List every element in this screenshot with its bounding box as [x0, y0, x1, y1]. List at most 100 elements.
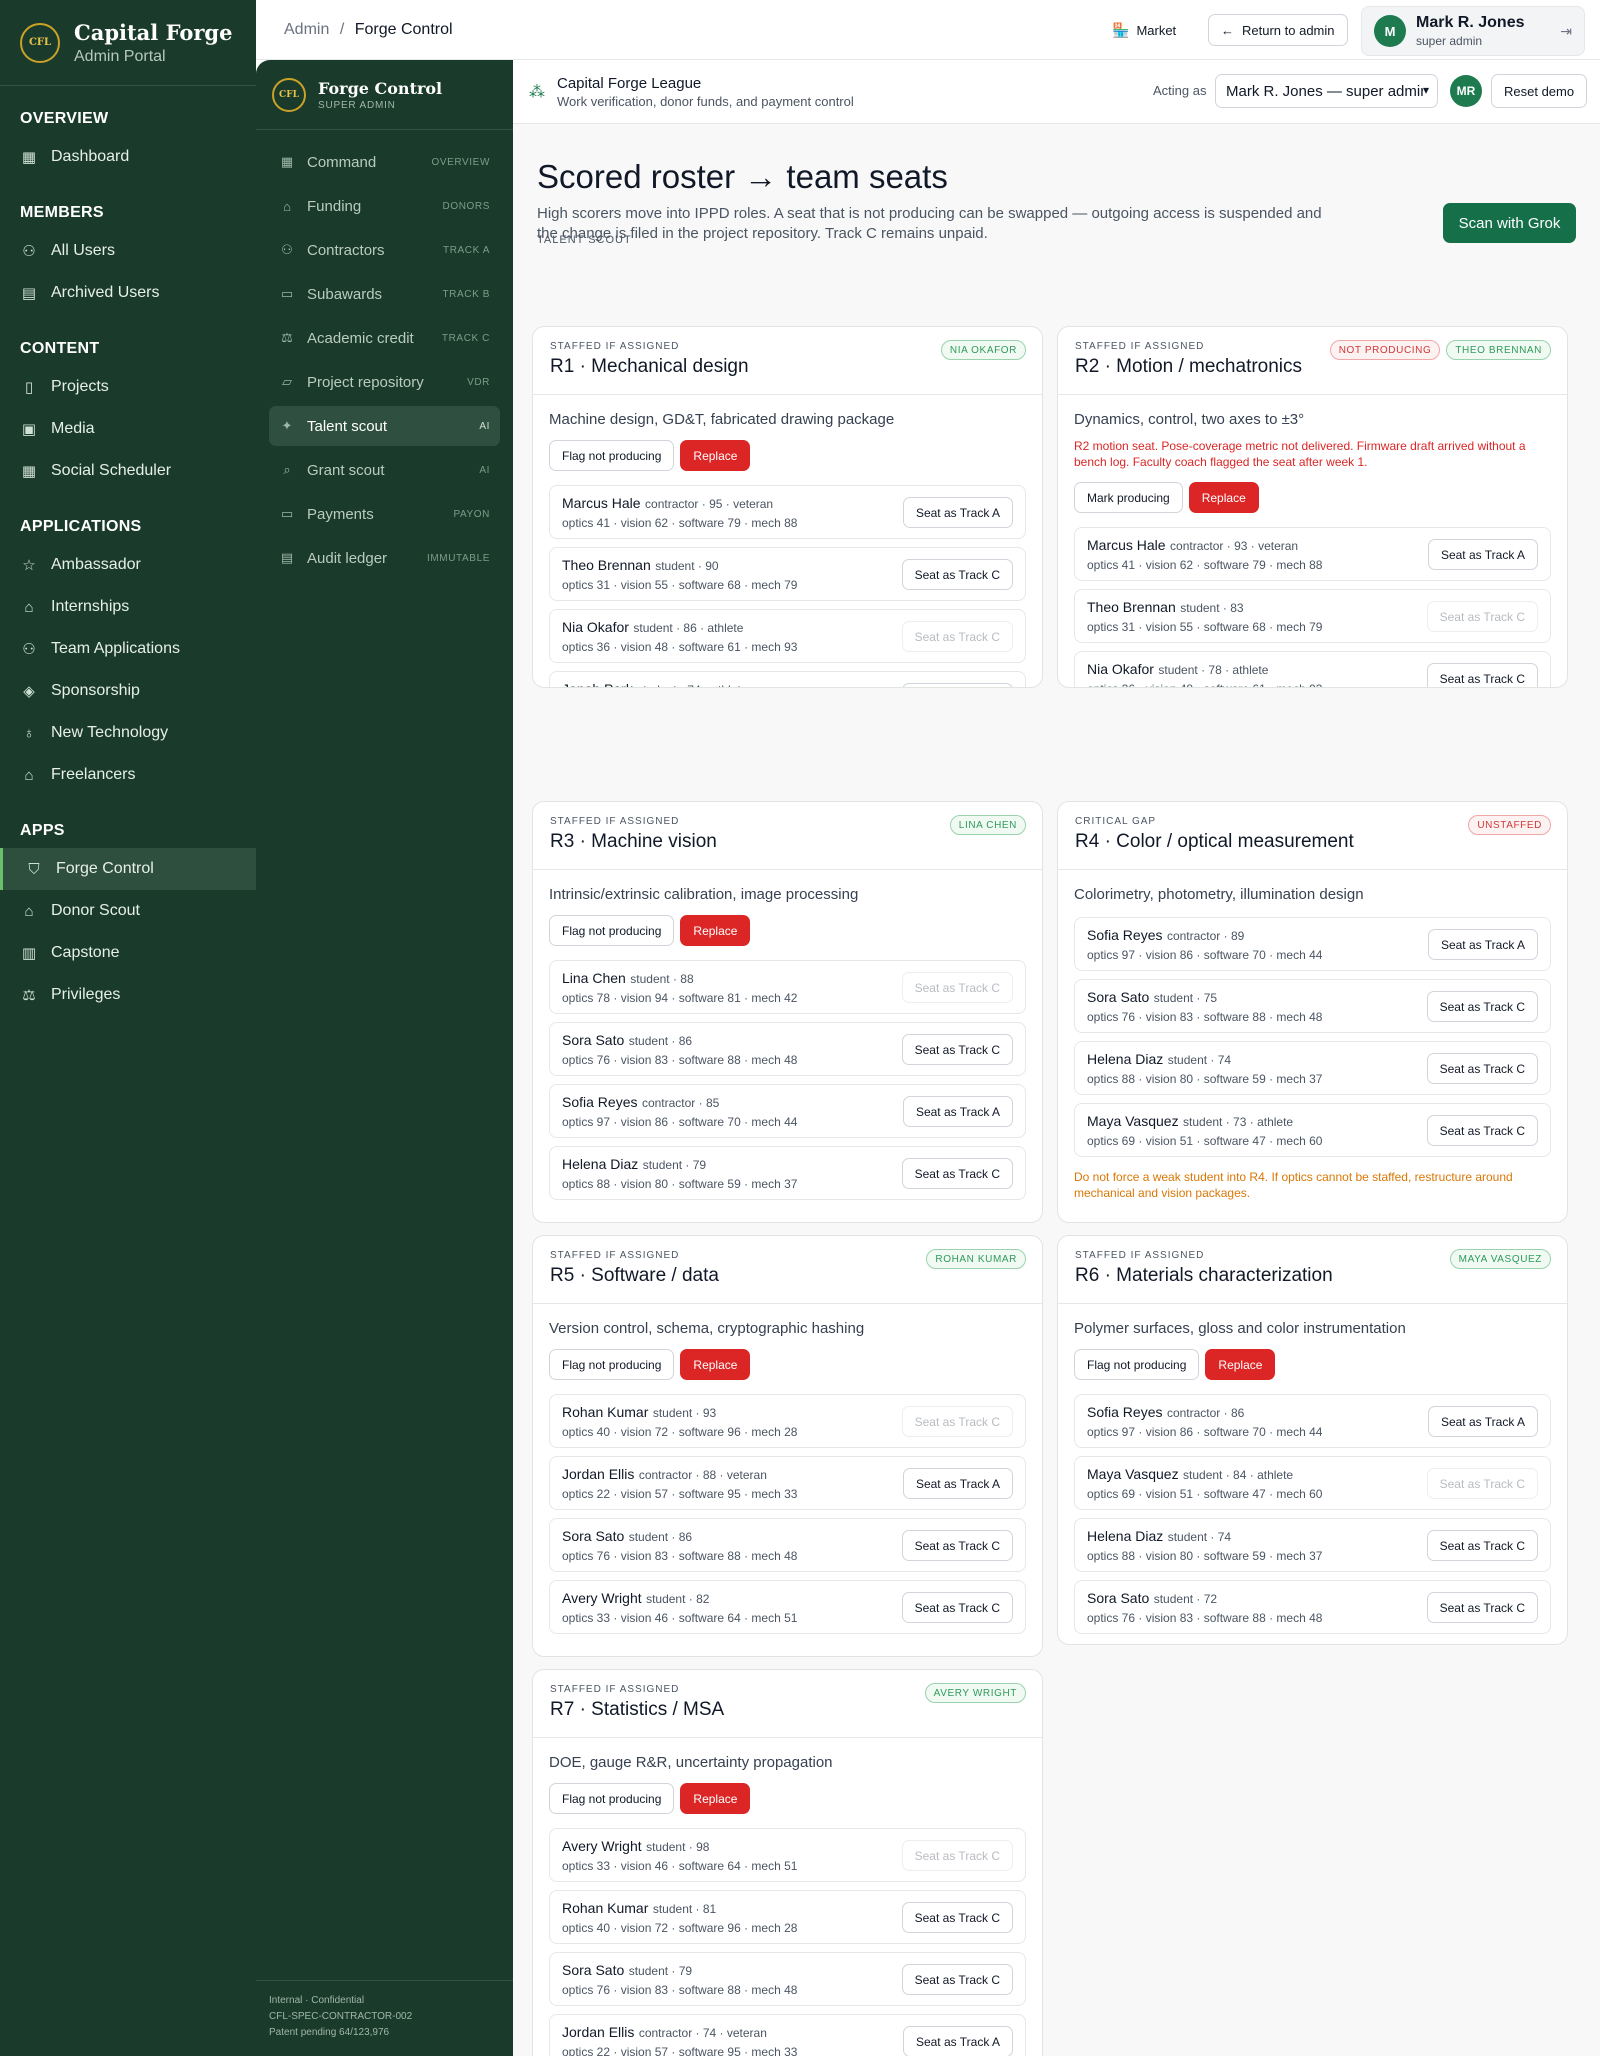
candidate-meta: student · 72 — [1153, 1591, 1218, 1606]
seat-button[interactable]: Seat as Track C — [1426, 1592, 1538, 1623]
sidebar-item-donor-scout[interactable]: ⌂ Donor Scout — [0, 890, 256, 932]
sidebar-item-archived-users[interactable]: ▤ Archived Users — [0, 272, 256, 314]
nav-item-audit-ledger[interactable]: ▤ Audit ledger IMMUTABLE — [269, 538, 500, 578]
candidate-name: Rohan Kumar — [562, 1403, 649, 1420]
candidate-scores: optics 88 · vision 80 · software 59 · me… — [1087, 1548, 1323, 1563]
seat-button[interactable]: Seat as Track A — [902, 1096, 1013, 1127]
archive-icon: ▤ — [21, 285, 37, 302]
acting-as-select[interactable]: Mark R. Jones — super admin ▾ — [1215, 74, 1438, 108]
nav-item-payments[interactable]: ▭ Payments PAYON — [269, 494, 500, 534]
replace-button[interactable]: Replace — [680, 1783, 751, 1814]
market-label: Market — [1136, 22, 1177, 38]
seat-button[interactable]: Seat as Track C — [901, 1530, 1013, 1561]
seat-button[interactable]: Seat as Track C — [901, 1158, 1013, 1189]
mark-producing-button[interactable]: Mark producing — [1074, 482, 1183, 513]
candidate-scores: optics 88 · vision 80 · software 59 · me… — [562, 1176, 798, 1191]
nav-item-grant-scout[interactable]: ⌕ Grant scout AI — [269, 450, 500, 490]
chevron-down-icon: ▾ — [1422, 83, 1429, 97]
seat-button[interactable]: Seat as Track C — [901, 1592, 1013, 1623]
nav-item-command[interactable]: ▦ Command OVERVIEW — [269, 142, 500, 182]
user-menu[interactable]: M Mark R. Jones super admin ⇥ — [1361, 6, 1585, 56]
scan-with-grok-button[interactable]: Scan with Grok — [1443, 203, 1576, 243]
nav-item-contractors[interactable]: ⚇ Contractors TRACK A — [269, 230, 500, 270]
warning-note: Do not force a weak student into R4. If … — [1074, 1170, 1513, 1200]
sidebar-item-internships[interactable]: ⌂ Internships — [0, 586, 256, 628]
candidate-name: Nia Okafor — [1087, 660, 1154, 677]
replace-button[interactable]: Replace — [680, 915, 751, 946]
flag-not-producing-button[interactable]: Flag not producing — [549, 440, 675, 471]
candidate-name: Marcus Hale — [562, 494, 641, 511]
seat-button[interactable]: Seat as Track A — [1427, 539, 1538, 570]
seat-button[interactable]: Seat as Track A — [902, 497, 1013, 528]
nav-item-talent-scout[interactable]: ✦ Talent scout AI — [269, 406, 500, 446]
candidate-meta: student · 75 — [1153, 990, 1218, 1005]
nav-item-tag: IMMUTABLE — [427, 552, 490, 564]
candidate-name: Rohan Kumar — [562, 1899, 649, 1916]
sidebar-item-team-applications[interactable]: ⚇ Team Applications — [0, 628, 256, 670]
return-to-admin-button[interactable]: ← Return to admin — [1208, 14, 1348, 46]
sidebar-item-capstone[interactable]: ▥ Capstone — [0, 932, 256, 974]
nav-item-label: Grant scout — [307, 461, 385, 479]
candidate-scores: optics 31 · vision 55 · software 68 · me… — [1087, 619, 1323, 634]
sidebar-item-label: Team Applications — [51, 640, 180, 657]
sidebar-item-freelancers[interactable]: ⌂ Freelancers — [0, 754, 256, 796]
seat-button[interactable]: Seat as Track C — [1426, 1115, 1538, 1146]
candidate-scores: optics 31 · vision 55 · software 68 · me… — [562, 577, 798, 592]
seat-button[interactable]: Seat as Track A — [1427, 1406, 1538, 1437]
flag-not-producing-button[interactable]: Flag not producing — [549, 1783, 675, 1814]
sidebar-item-forge-control[interactable]: ⛉ Forge Control — [0, 848, 256, 890]
seat-button[interactable]: Seat as Track C — [901, 683, 1013, 687]
candidate-list: Avery Wright student · 98 optics 33 · vi… — [549, 1828, 1026, 2056]
replace-button[interactable]: Replace — [1205, 1349, 1276, 1380]
breadcrumb-admin[interactable]: Admin — [284, 21, 329, 38]
candidate-scores: optics 76 · vision 83 · software 88 · me… — [562, 1052, 798, 1067]
seat-button[interactable]: Seat as Track C — [901, 1034, 1013, 1065]
seat-button[interactable]: Seat as Track C — [1426, 1053, 1538, 1084]
sidebar-section-title: MEMBERS — [20, 204, 104, 221]
replace-button[interactable]: Replace — [680, 1349, 751, 1380]
sidebar-item-dashboard[interactable]: ▦ Dashboard — [0, 136, 256, 178]
flag-not-producing-button[interactable]: Flag not producing — [549, 915, 675, 946]
market-button[interactable]: 🏪 Market — [1112, 14, 1176, 46]
sidebar-item-label: Ambassador — [51, 556, 141, 573]
card-actions: Flag not producing Replace — [549, 915, 1026, 946]
candidate-name: Sofia Reyes — [562, 1093, 638, 1110]
flag-not-producing-button[interactable]: Flag not producing — [549, 1349, 675, 1380]
sidebar-item-media[interactable]: ▣ Media — [0, 408, 256, 450]
nav-item-academic-credit[interactable]: ⚖ Academic credit TRACK C — [269, 318, 500, 358]
sidebar-section-title: OVERVIEW — [20, 110, 109, 127]
org-bar: ⁂ Capital Forge League Work verification… — [513, 60, 1600, 124]
sidebar-item-all-users[interactable]: ⚇ All Users — [0, 230, 256, 272]
sidebar-item-sponsorship[interactable]: ◈ Sponsorship — [0, 670, 256, 712]
replace-button[interactable]: Replace — [1188, 482, 1259, 513]
seat-button[interactable]: Seat as Track C — [901, 559, 1013, 590]
reset-demo-button[interactable]: Reset demo — [1491, 74, 1588, 108]
seat-button[interactable]: Seat as Track A — [902, 1468, 1013, 1499]
nav-item-project-repository[interactable]: ▱ Project repository VDR — [269, 362, 500, 402]
candidate-scores: optics 76 · vision 83 · software 88 · me… — [1087, 1610, 1323, 1625]
nav-item-subawards[interactable]: ▭ Subawards TRACK B — [269, 274, 500, 314]
handshake-icon: ◈ — [23, 683, 35, 700]
badge-group: MAYA VASQUEZ — [1449, 1249, 1551, 1269]
nav-item-funding[interactable]: ⌂ Funding DONORS — [269, 186, 500, 226]
seat-button[interactable]: Seat as Track C — [1426, 1530, 1538, 1561]
replace-button[interactable]: Replace — [680, 440, 751, 471]
seat-button[interactable]: Seat as Track C — [1426, 663, 1538, 687]
candidate-row: Jordan Ellis contractor · 74 · veteran o… — [549, 2014, 1026, 2056]
sidebar-item-projects[interactable]: ▯ Projects — [0, 366, 256, 408]
candidate-meta: student · 74 — [1167, 1052, 1232, 1067]
candidate-row: Helena Diaz student · 79 optics 88 · vis… — [549, 1146, 1026, 1200]
sidebar-item-new-technology[interactable]: ♁ New Technology — [0, 712, 256, 754]
sidebar-item-social-scheduler[interactable]: ▦ Social Scheduler — [0, 450, 256, 492]
seat-button[interactable]: Seat as Track C — [901, 1902, 1013, 1933]
seat-button[interactable]: Seat as Track C — [1426, 991, 1538, 1022]
sidebar-item-privileges[interactable]: ⚖ Privileges — [0, 974, 256, 1016]
seat-button[interactable]: Seat as Track C — [901, 1964, 1013, 1995]
logout-icon[interactable]: ⇥ — [1560, 23, 1572, 40]
seat-button[interactable]: Seat as Track A — [1427, 929, 1538, 960]
sidebar-item-ambassador[interactable]: ☆ Ambassador — [0, 544, 256, 586]
role-card: STAFFED IF ASSIGNED R5 · Software / data… — [532, 1235, 1043, 1657]
seat-button[interactable]: Seat as Track A — [902, 2026, 1013, 2056]
flag-not-producing-button[interactable]: Flag not producing — [1074, 1349, 1200, 1380]
brand[interactable]: CFL Capital Forge Admin Portal — [0, 0, 256, 86]
